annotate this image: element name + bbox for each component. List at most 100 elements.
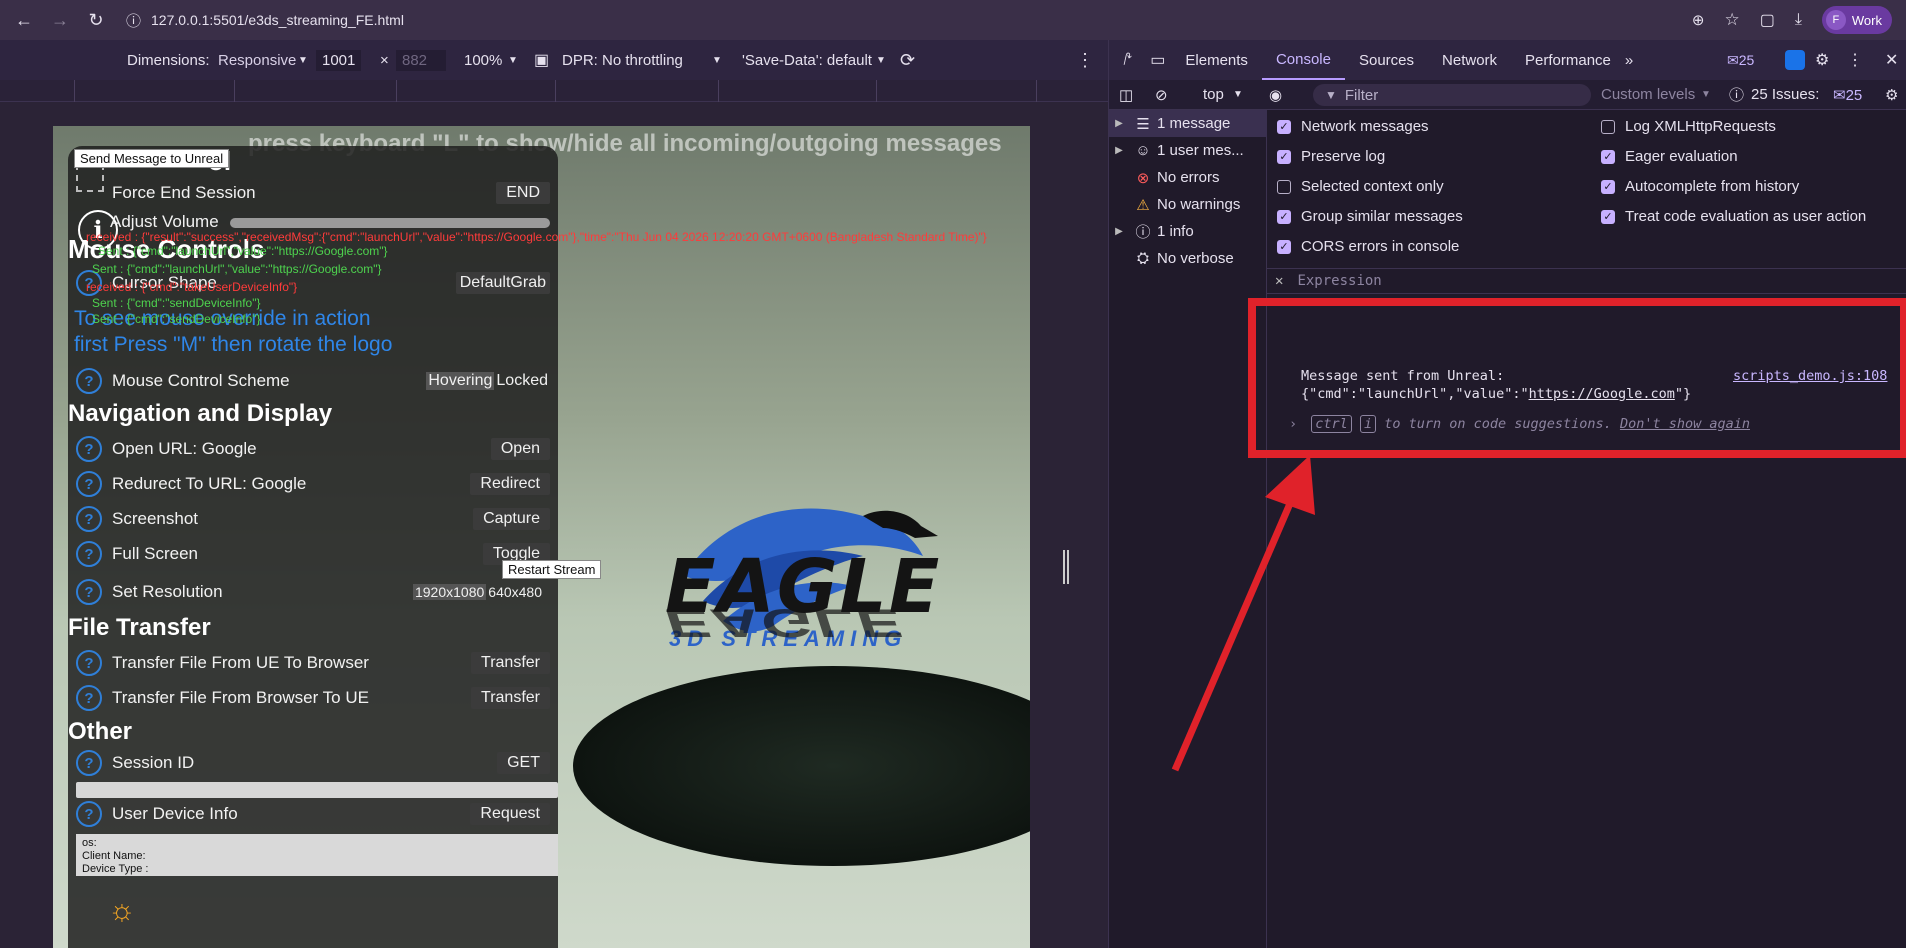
bug-icon: ⛭ [1136, 250, 1149, 267]
tab-sources[interactable]: Sources [1345, 40, 1428, 80]
eager-evaluation-checkbox[interactable]: ✓ Eager evaluation [1601, 148, 1738, 165]
issues-label[interactable]: 25 Issues: [1751, 86, 1819, 103]
log-levels-select[interactable]: Custom levels [1601, 86, 1695, 103]
context-select[interactable]: top [1203, 86, 1224, 103]
save-data-select[interactable]: 'Save-Data': default [742, 52, 872, 69]
checkbox-label: Log XMLHttpRequests [1625, 118, 1776, 135]
zoom-icon[interactable]: ⊕ [1692, 11, 1705, 29]
filter-icon: ▼ [1325, 88, 1337, 102]
check-icon: ✓ [1601, 179, 1615, 194]
downloads-icon[interactable]: ⤓ [1795, 11, 1802, 29]
tab-performance[interactable]: Performance [1511, 40, 1625, 80]
width-input[interactable]: 1001 [316, 49, 362, 71]
volume-slider[interactable] [230, 218, 550, 228]
tab-elements[interactable]: Elements [1171, 40, 1262, 80]
console-settings-gear-icon[interactable]: ⚙ [1885, 86, 1898, 104]
transfer-ue-button[interactable]: Transfer [471, 652, 550, 674]
end-button[interactable]: END [496, 182, 550, 204]
rotate-icon[interactable]: ⟳ [900, 50, 915, 71]
close-icon[interactable]: ✕ [1275, 273, 1283, 289]
error-icon: ⊗ [1136, 169, 1150, 187]
treat-code-checkbox[interactable]: ✓ Treat code evaluation as user action [1601, 208, 1866, 225]
close-icon[interactable]: ✕ [1885, 50, 1898, 70]
log-xhr-checkbox[interactable]: Log XMLHttpRequests [1601, 118, 1776, 135]
help-icon[interactable]: ? [76, 750, 102, 776]
site-info-icon[interactable]: ⓘ [126, 10, 141, 31]
help-icon[interactable]: ? [76, 506, 102, 532]
redirect-button[interactable]: Redirect [470, 473, 550, 495]
warning-icon: ⚠ [1136, 196, 1150, 214]
profile-label: Work [1851, 12, 1882, 28]
sidebar-item-errors[interactable]: ⊗ No errors [1109, 164, 1267, 191]
help-icon[interactable]: ? [76, 801, 102, 827]
filter-input[interactable]: ▼ Filter [1313, 84, 1591, 106]
autocomplete-checkbox[interactable]: ✓ Autocomplete from history [1601, 178, 1799, 195]
ai-assist-icon[interactable] [1785, 50, 1805, 70]
check-icon: ✓ [1277, 209, 1291, 224]
sidebar-toggle-icon[interactable]: ◫ [1119, 86, 1133, 104]
dimensions-select[interactable]: Responsive [218, 52, 296, 69]
help-icon[interactable]: ? [76, 471, 102, 497]
sidebar-item-user-messages[interactable]: ▶ ☺ 1 user mes... [1109, 137, 1267, 164]
inspect-icon[interactable]: ⭚ [1123, 50, 1132, 70]
help-icon[interactable]: ? [76, 368, 102, 394]
help-icon[interactable]: ? [76, 541, 102, 567]
dpr-icon: ▣ [534, 52, 550, 69]
tab-console[interactable]: Console [1261, 40, 1345, 80]
sidebar-item-verbose[interactable]: ⛭ No verbose [1109, 245, 1267, 272]
reload-icon[interactable]: ↻ [84, 8, 108, 32]
restart-stream-button[interactable]: Restart Stream [502, 560, 602, 579]
send-message-button[interactable]: Send Message to Unreal [74, 149, 230, 168]
extensions-icon[interactable]: ▢ [1760, 10, 1775, 30]
network-messages-checkbox[interactable]: ✓ Network messages [1277, 118, 1429, 135]
issues-badge[interactable]: ✉25 [1727, 52, 1754, 69]
cursor-grab-button[interactable]: Grab [510, 274, 546, 292]
list-icon: ☰ [1136, 115, 1150, 133]
open-button[interactable]: Open [490, 438, 550, 460]
annotation-arrow-icon [1171, 455, 1315, 772]
more-tabs-icon[interactable]: » [1625, 52, 1633, 69]
zoom-select[interactable]: 100% [464, 52, 502, 69]
selected-context-checkbox[interactable]: Selected context only [1277, 178, 1444, 195]
hovering-button[interactable]: Hovering [426, 372, 495, 390]
expression-input[interactable]: Expression [1297, 273, 1381, 289]
help-icon[interactable]: ? [76, 579, 102, 605]
tab-network[interactable]: Network [1428, 40, 1511, 80]
help-icon[interactable]: ? [76, 650, 102, 676]
group-similar-checkbox[interactable]: ✓ Group similar messages [1277, 208, 1463, 225]
sidebar-item-info[interactable]: ▶ ⓘ 1 info [1109, 218, 1267, 245]
sidebar-item-messages[interactable]: ▶ ☰ 1 message [1109, 110, 1267, 137]
ue-to-browser-row: ? Transfer File From UE To Browser Trans… [76, 650, 550, 676]
sidebar-item-warnings[interactable]: ⚠ No warnings [1109, 191, 1267, 218]
request-button[interactable]: Request [470, 803, 550, 825]
locked-button[interactable]: Locked [494, 372, 550, 390]
profile-button[interactable]: F Work [1821, 6, 1892, 34]
help-icon[interactable]: ? [76, 685, 102, 711]
bookmark-star-icon[interactable]: ☆ [1724, 10, 1739, 30]
forward-icon[interactable]: → [48, 8, 72, 32]
get-session-button[interactable]: GET [497, 752, 550, 774]
clear-console-icon[interactable]: ⊘ [1155, 86, 1168, 104]
res-640-button[interactable]: 640x480 [486, 584, 550, 600]
height-input[interactable]: 882 [396, 49, 446, 71]
transfer-browser-button[interactable]: Transfer [471, 687, 550, 709]
preserve-log-checkbox[interactable]: ✓ Preserve log [1277, 148, 1385, 165]
cursor-toggle: Default Grab [455, 272, 550, 294]
resize-handle[interactable] [1063, 550, 1069, 584]
res-1920-button[interactable]: 1920x1080 [412, 584, 487, 600]
swap-dimensions-button[interactable]: × [380, 52, 389, 69]
cursor-default-button[interactable]: Default [460, 274, 511, 292]
throttling-select[interactable]: No throttling [602, 52, 683, 69]
more-options-icon[interactable]: ⋮ [1847, 50, 1863, 70]
back-icon[interactable]: ← [12, 8, 36, 32]
issues-count[interactable]: ✉25 [1833, 86, 1862, 104]
help-icon[interactable]: ? [76, 436, 102, 462]
device-toggle-icon[interactable]: ▭ [1150, 50, 1165, 70]
address-bar[interactable]: ⓘ 127.0.0.1:5501/e3ds_streaming_FE.html [126, 8, 404, 32]
capture-button[interactable]: Capture [473, 508, 550, 530]
dpr-label: DPR: [562, 51, 598, 69]
eye-icon[interactable]: ◉ [1269, 86, 1282, 104]
more-options-icon[interactable]: ⋮ [1076, 50, 1094, 71]
gear-icon[interactable]: ⚙ [1815, 50, 1829, 70]
cors-errors-checkbox[interactable]: ✓ CORS errors in console [1277, 238, 1459, 255]
